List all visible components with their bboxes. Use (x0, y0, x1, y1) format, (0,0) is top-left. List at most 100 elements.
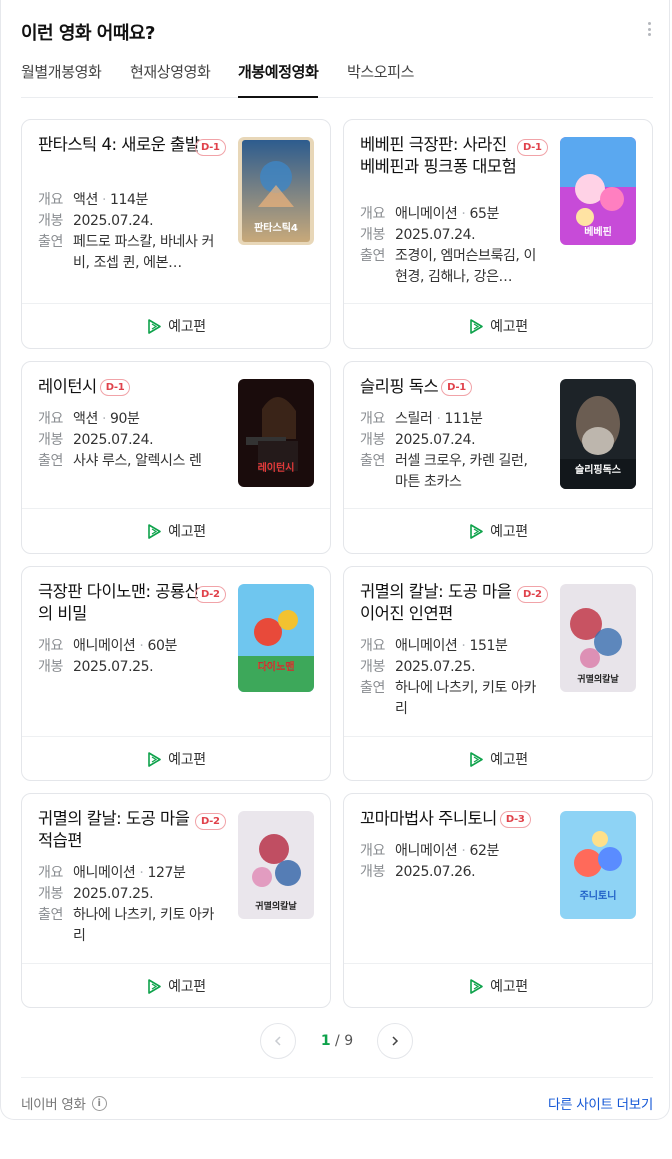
dday-badge: D-1 (99, 379, 131, 396)
release-label: 개봉 (360, 659, 385, 675)
movie-poster[interactable]: 귀멸의칼날 (238, 811, 314, 919)
movie-card[interactable]: 슬리핑 독스 D-1 개요 스릴러 · 111분 개봉 2025.07.24. 출연 러셀 … (343, 361, 653, 554)
dday-badge: D-2 (195, 813, 226, 830)
release-label: 개봉 (38, 432, 63, 448)
release-label: 개봉 (38, 213, 63, 229)
movie-info: 개요 애니메이션 · 127분 개봉 2025.07.25. 출연 하나에 나츠키, 키토… (38, 863, 218, 947)
movie-info: 개요 액션 · 114분 개봉 2025.07.24. 출연 페드로 파스칼, 바네사 커… (38, 190, 218, 274)
cast-label: 출연 (360, 453, 385, 469)
dday-badge: D-2 (195, 586, 226, 603)
more-options-icon[interactable] (645, 20, 653, 38)
play-icon (470, 523, 483, 539)
movie-title[interactable]: 극장판 다이노맨: 공룡산의 비밀 (38, 581, 203, 625)
play-icon (470, 751, 483, 767)
cast-value: 러셀 크로우, 카렌 길런, 마튼 초카스 (395, 453, 528, 490)
movie-poster[interactable]: 귀멸의칼날 (560, 584, 636, 692)
release-label: 개봉 (360, 864, 385, 880)
dday-badge: D-2 (517, 586, 548, 603)
movie-title[interactable]: 레이턴시 D-1 (38, 376, 203, 398)
movie-title[interactable]: 슬리핑 독스 D-1 (360, 376, 525, 398)
tab-now-showing[interactable]: 현재상영영화 (130, 60, 211, 97)
movie-title[interactable]: 판타스틱 4: 새로운 출발 (38, 134, 203, 156)
release-value: 2025.07.24. (395, 432, 476, 448)
trailer-button[interactable]: 예고편 (344, 509, 652, 553)
genre-label: 개요 (38, 638, 63, 654)
current-page: 1 (320, 1033, 331, 1049)
movie-poster[interactable]: 주니토니 (560, 811, 636, 919)
movie-info: 개요 애니메이션 · 62분 개봉 2025.07.26. (360, 841, 540, 883)
trailer-label: 예고편 (490, 524, 528, 540)
movie-poster[interactable]: 판타스틱4 (238, 137, 314, 245)
cast-label: 출연 (360, 680, 385, 696)
genre-label: 개요 (360, 843, 385, 859)
trailer-button[interactable]: 예고편 (22, 964, 330, 1008)
dday-badge: D-3 (499, 811, 531, 828)
prev-page-button[interactable] (260, 1023, 296, 1059)
movie-card[interactable]: 귀멸의 칼날: 도공 마을 이어진 인연편 D-2 개요 애니메이션 · 151분 개… (343, 566, 653, 781)
movie-card[interactable]: 레이턴시 D-1 개요 액션 · 90분 개봉 2025.07.24. 출연 사샤 루스, … (21, 361, 331, 554)
trailer-label: 예고편 (168, 752, 206, 768)
poster-caption: 베베핀 (584, 225, 612, 238)
more-sites-link[interactable]: 다른 사이트 더보기 (548, 1093, 653, 1113)
movie-info: 개요 스릴러 · 111분 개봉 2025.07.24. 출연 러셀 크로우, 카렌 길런… (360, 409, 540, 493)
movie-card[interactable]: 극장판 다이노맨: 공룡산의 비밀 D-2 개요 애니메이션 · 60분 개봉 2025… (21, 566, 331, 781)
movie-poster[interactable]: 레이턴시 (238, 379, 314, 487)
trailer-button[interactable]: 예고편 (22, 737, 330, 781)
movie-title[interactable]: 베베핀 극장판: 사라진 베베핀과 핑크퐁 대모험 (360, 134, 525, 178)
movie-poster[interactable]: 다이노맨 (238, 584, 314, 692)
poster-caption: 레이턴시 (258, 461, 295, 474)
poster-caption: 주니토니 (580, 889, 617, 902)
dday-badge: D-1 (195, 139, 226, 156)
trailer-button[interactable]: 예고편 (344, 964, 652, 1008)
next-page-button[interactable] (377, 1023, 413, 1059)
runtime-value: 151분 (469, 638, 508, 654)
movie-card[interactable]: 꼬마마법사 주니토니 D-3 개요 애니메이션 · 62분 개봉 2025.07.26. … (343, 793, 653, 1008)
genre-value: 애니메이션 (395, 638, 458, 654)
release-label: 개봉 (38, 886, 63, 902)
total-pages: 9 (344, 1033, 354, 1049)
cast-value: 조경이, 엠머슨브룩김, 이현경, 김해나, 강은… (395, 248, 537, 285)
movie-poster[interactable]: 슬리핑독스 (560, 379, 636, 489)
trailer-button[interactable]: 예고편 (344, 304, 652, 348)
poster-caption: 판타스틱4 (254, 221, 298, 234)
movie-card[interactable]: 베베핀 극장판: 사라진 베베핀과 핑크퐁 대모험 D-1 개요 애니메이션 · 65… (343, 119, 653, 349)
trailer-button[interactable]: 예고편 (22, 304, 330, 348)
play-icon (470, 318, 483, 334)
play-icon (148, 318, 161, 334)
tab-upcoming[interactable]: 개봉예정영화 (238, 60, 319, 98)
movie-info: 개요 애니메이션 · 65분 개봉 2025.07.24. 출연 조경이, 엠머슨브룩김,… (360, 204, 540, 288)
genre-label: 개요 (360, 411, 385, 427)
tab-bar: 월별개봉영화 현재상영영화 개봉예정영화 박스오피스 (21, 60, 653, 98)
movie-info: 개요 액션 · 90분 개봉 2025.07.24. 출연 사샤 루스, 알렉시스 렌 (38, 409, 218, 472)
release-label: 개봉 (360, 432, 385, 448)
panel-footer: 네이버 영화 i 다른 사이트 더보기 (21, 1077, 653, 1113)
movie-title[interactable]: 귀멸의 칼날: 도공 마을 이어진 인연편 (360, 581, 525, 625)
chevron-right-icon (392, 1036, 399, 1046)
info-icon[interactable]: i (91, 1095, 107, 1111)
tab-box-office[interactable]: 박스오피스 (347, 60, 414, 97)
genre-value: 애니메이션 (395, 206, 458, 222)
trailer-button[interactable]: 예고편 (22, 509, 330, 553)
dday-badge: D-1 (441, 379, 472, 396)
movie-card[interactable]: 판타스틱 4: 새로운 출발 D-1 개요 액션 · 114분 개봉 2025.07.2… (21, 119, 331, 349)
genre-label: 개요 (360, 638, 385, 654)
release-value: 2025.07.24. (73, 432, 154, 448)
cast-label: 출연 (38, 453, 63, 469)
release-value: 2025.07.24. (395, 227, 476, 243)
page-indicator: 1 / 9 (301, 1033, 373, 1049)
movie-title[interactable]: 귀멸의 칼날: 도공 마을 적습편 (38, 808, 203, 852)
movie-poster[interactable]: 베베핀 (560, 137, 636, 245)
runtime-value: 114분 (110, 192, 149, 208)
runtime-value: 127분 (147, 865, 186, 881)
release-label: 개봉 (38, 659, 63, 675)
cast-value: 사샤 루스, 알렉시스 렌 (73, 453, 202, 469)
genre-label: 개요 (38, 411, 63, 427)
page-separator: / (335, 1033, 340, 1049)
movie-recommendation-panel: 이런 영화 어때요? 월별개봉영화 현재상영영화 개봉예정영화 박스오피스 판타… (0, 0, 670, 1120)
movie-title[interactable]: 꼬마마법사 주니토니 D-3 (360, 808, 560, 830)
runtime-value: 65분 (469, 206, 499, 222)
tab-monthly-release[interactable]: 월별개봉영화 (21, 60, 102, 97)
trailer-button[interactable]: 예고편 (344, 737, 652, 781)
runtime-value: 62분 (469, 843, 499, 859)
movie-card[interactable]: 귀멸의 칼날: 도공 마을 적습편 D-2 개요 애니메이션 · 127분 개봉 202… (21, 793, 331, 1008)
